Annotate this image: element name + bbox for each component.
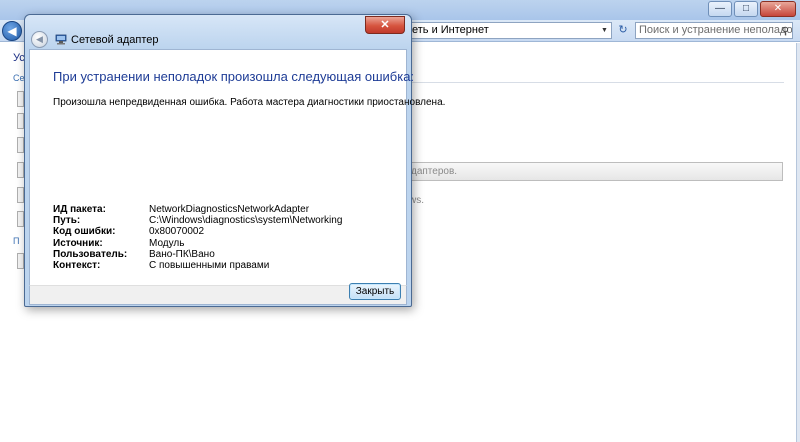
detail-row: Пользователь: Вано-ПК\Вано bbox=[53, 249, 342, 260]
troubleshoot-progress-bar: даптеров. bbox=[409, 162, 783, 181]
dialog-back-button[interactable]: ◀ bbox=[31, 31, 48, 48]
left-pane-item[interactable] bbox=[17, 187, 24, 203]
window-right-border bbox=[796, 43, 800, 442]
divider bbox=[409, 82, 784, 83]
minimize-button[interactable]: — bbox=[708, 1, 732, 17]
detail-value: Модуль bbox=[149, 237, 185, 249]
detail-row: Контекст: С повышенными правами bbox=[53, 260, 342, 271]
chevron-down-icon[interactable]: ▼ bbox=[598, 23, 611, 38]
left-pane-text-1: Ус bbox=[13, 52, 25, 64]
left-pane-text-2: Се bbox=[13, 73, 25, 83]
address-bar[interactable]: еть и Интернет ▼ bbox=[408, 22, 612, 39]
error-heading: При устранении неполадок произошла следу… bbox=[53, 69, 415, 84]
detail-value: 0x80070002 bbox=[149, 226, 205, 238]
detail-row: Источник: Модуль bbox=[53, 238, 342, 249]
maximize-button[interactable]: □ bbox=[734, 1, 758, 17]
left-pane-text-3: П bbox=[13, 236, 20, 246]
detail-row: ИД пакета: NetworkDiagnosticsNetworkAdap… bbox=[53, 204, 342, 215]
detail-label: Пользователь: bbox=[53, 248, 128, 260]
explorer-back-button[interactable]: ◀ bbox=[2, 21, 22, 41]
troubleshooter-dialog: ✕ ◀ Сетевой адаптер При устранении непол… bbox=[24, 14, 445, 307]
detail-label: Путь: bbox=[53, 215, 81, 227]
detail-value: Вано-ПК\Вано bbox=[149, 248, 215, 260]
error-message: Произошла непредвиденная ошибка. Работа … bbox=[53, 97, 446, 108]
window-controls: — □ ✕ bbox=[708, 1, 796, 17]
window-close-button[interactable]: ✕ bbox=[760, 1, 796, 17]
detail-label: Контекст: bbox=[53, 259, 101, 271]
left-pane-item[interactable] bbox=[17, 113, 24, 129]
network-adapter-icon bbox=[55, 34, 67, 45]
error-details: ИД пакета: NetworkDiagnosticsNetworkAdap… bbox=[53, 204, 342, 271]
explorer-left-pane: Ус Се П bbox=[0, 43, 25, 442]
dialog-titlebar: ✕ ◀ Сетевой адаптер bbox=[25, 15, 411, 49]
left-pane-item[interactable] bbox=[17, 162, 24, 178]
detail-row: Код ошибки: 0x80070002 bbox=[53, 226, 342, 237]
dialog-title: Сетевой адаптер bbox=[71, 34, 159, 46]
detail-value: NetworkDiagnosticsNetworkAdapter bbox=[149, 204, 310, 215]
search-placeholder: Поиск и устранение неполадок bbox=[639, 24, 793, 36]
detail-value: C:\Windows\diagnostics\system\Networking bbox=[149, 215, 343, 227]
detail-label: ИД пакета: bbox=[53, 204, 106, 215]
left-pane-item[interactable] bbox=[17, 211, 24, 227]
left-pane-item[interactable] bbox=[17, 91, 24, 107]
progress-text: даптеров. bbox=[411, 166, 458, 177]
refresh-icon[interactable]: ↻ bbox=[614, 22, 632, 39]
detail-label: Код ошибки: bbox=[53, 226, 116, 238]
left-pane-item[interactable] bbox=[17, 137, 24, 153]
dialog-close-button[interactable]: ✕ bbox=[365, 16, 405, 34]
detail-value: С повышенными правами bbox=[149, 259, 270, 271]
dialog-content: При устранении неполадок произошла следу… bbox=[29, 49, 445, 285]
search-icon[interactable]: ⚲ bbox=[782, 24, 789, 38]
detail-label: Источник: bbox=[53, 237, 103, 249]
close-dialog-button[interactable]: Закрыть bbox=[349, 283, 401, 300]
detail-row: Путь: C:\Windows\diagnostics\system\Netw… bbox=[53, 215, 342, 226]
address-text: еть и Интернет bbox=[412, 24, 489, 36]
search-input[interactable]: Поиск и устранение неполадок ⚲ bbox=[635, 22, 793, 39]
left-pane-item[interactable] bbox=[17, 253, 24, 269]
